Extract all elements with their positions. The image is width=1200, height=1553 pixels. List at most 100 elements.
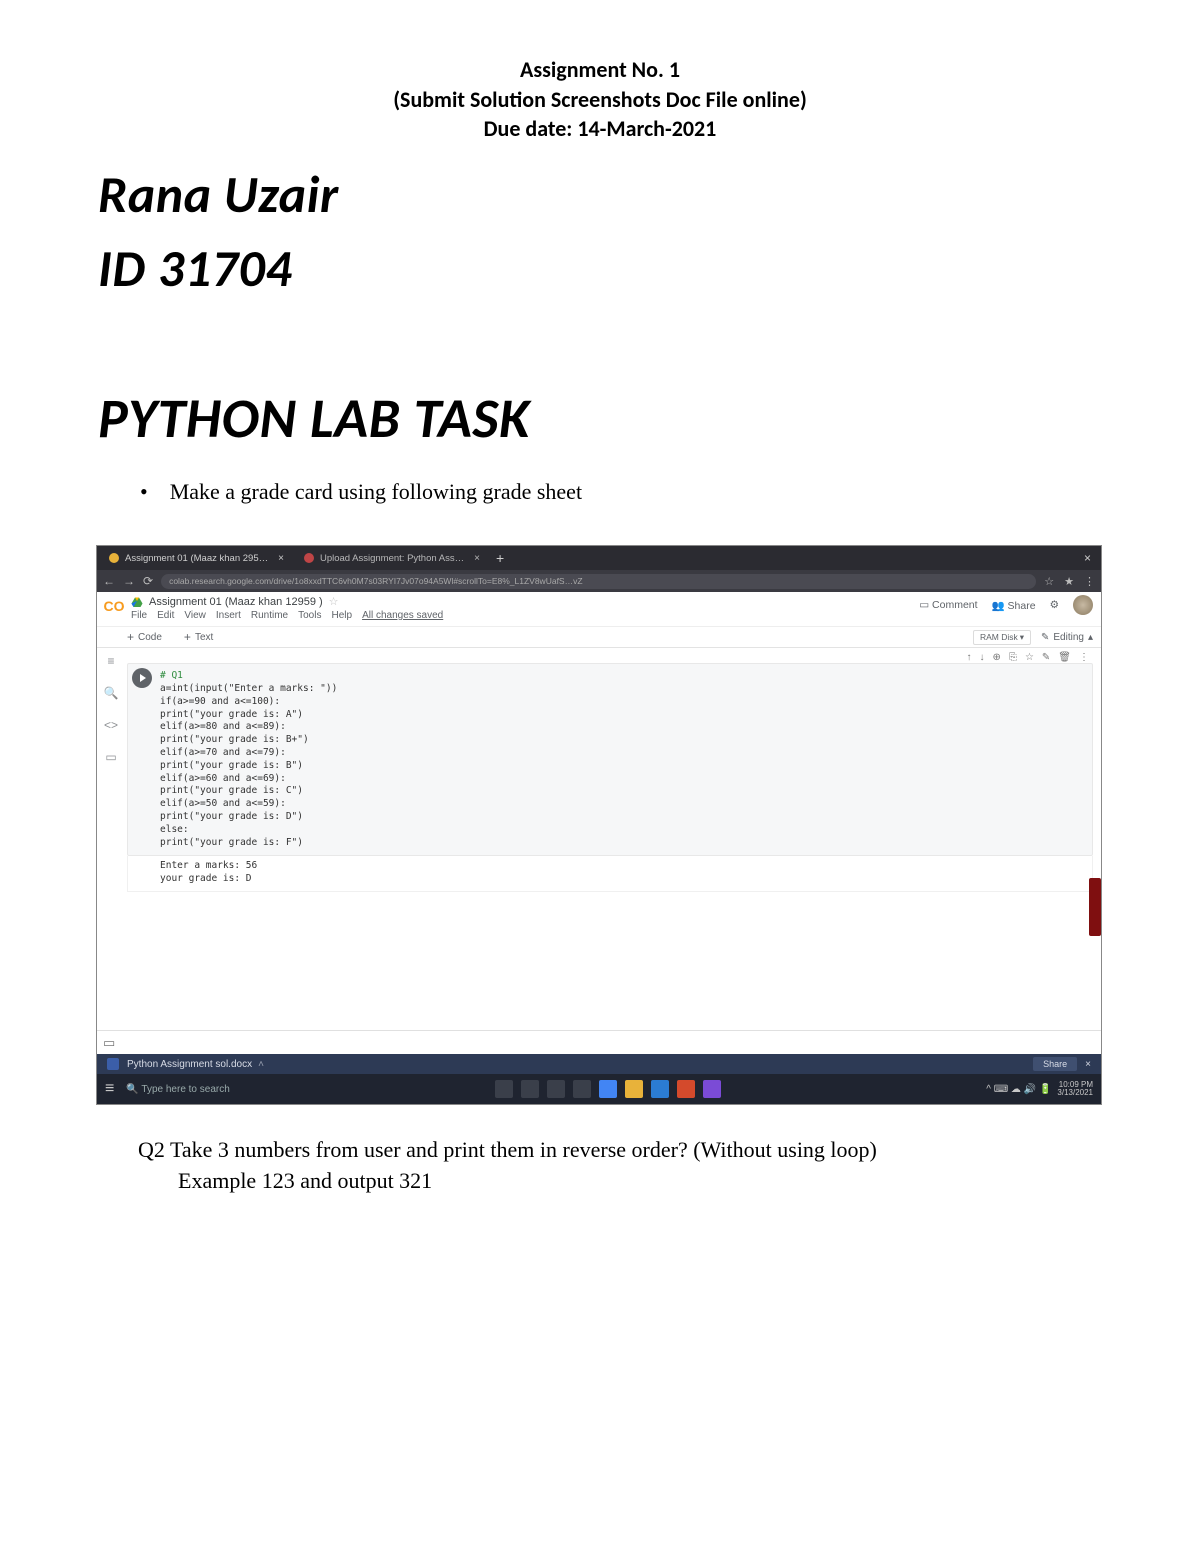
star-icon[interactable]: ☆	[329, 595, 339, 608]
colab-toolbar: +Code +Text RAM Disk ▾ ✎ Editing ▴	[97, 626, 1101, 648]
menu-runtime[interactable]: Runtime	[251, 610, 288, 621]
nav-reload-icon[interactable]: ⟳	[143, 574, 153, 588]
word-share-button[interactable]: Share	[1033, 1057, 1077, 1071]
colab-body: ≡ 🔍 <> ▭ ↑ ↓ ⊕ ⎘ ☆ ✎ 🗑 ⋮ # Q1	[97, 648, 1101, 1030]
comment-button[interactable]: ▭ Comment	[919, 599, 977, 611]
editing-mode-button[interactable]: ✎ Editing ▴	[1041, 632, 1093, 643]
taskbar-vs-icon[interactable]	[703, 1080, 721, 1098]
chevron-up-icon[interactable]: ˄	[258, 1059, 264, 1070]
bb-favicon-icon	[304, 553, 314, 563]
taskbar-word-icon[interactable]	[651, 1080, 669, 1098]
code-line: print("your grade is: F")	[160, 837, 1086, 850]
blank-area	[127, 892, 1093, 1030]
notebook-title[interactable]: Assignment 01 (Maaz khan 12959 )	[149, 596, 323, 608]
cell-edit-icon[interactable]: ✎	[1042, 652, 1050, 663]
new-tab-button[interactable]: +	[496, 550, 504, 566]
taskbar-search[interactable]: 🔍 Type here to search	[126, 1084, 229, 1095]
save-status: All changes saved	[362, 610, 443, 621]
taskbar-app-icon[interactable]	[547, 1080, 565, 1098]
code-line: print("your grade is: C")	[160, 785, 1086, 798]
cell-delete-icon[interactable]: 🗑	[1058, 652, 1071, 663]
taskbar-chrome-icon[interactable]	[599, 1080, 617, 1098]
colab-screenshot: Assignment 01 (Maaz khan 295… × Upload A…	[96, 545, 1102, 1105]
cell-down-icon[interactable]: ↓	[980, 652, 985, 663]
url-field[interactable]: colab.research.google.com/drive/1o8xxdTT…	[161, 574, 1036, 589]
menu-insert[interactable]: Insert	[216, 610, 241, 621]
cell-toolbar: ↑ ↓ ⊕ ⎘ ☆ ✎ 🗑 ⋮	[127, 650, 1093, 663]
word-close-icon[interactable]: ×	[1085, 1059, 1091, 1070]
header-line-3: Due date: 14-March-2021	[98, 114, 1102, 144]
bookmark-star-icon[interactable]: ☆	[1044, 575, 1054, 588]
menu-edit[interactable]: Edit	[157, 610, 174, 621]
student-id: ID 31704	[98, 236, 1102, 300]
tab-close-icon[interactable]: ×	[474, 553, 480, 564]
cell-more-icon[interactable]: ⋮	[1079, 652, 1089, 663]
start-menu-icon[interactable]: ≡	[105, 1080, 114, 1098]
tab-label: Assignment 01 (Maaz khan 295…	[125, 553, 268, 564]
taskbar-app-icon[interactable]	[573, 1080, 591, 1098]
run-cell-button[interactable]	[132, 668, 152, 688]
settings-gear-icon[interactable]: ⚙	[1050, 599, 1059, 611]
code-line: # Q1	[160, 670, 183, 681]
q2-line-2: Example 123 and output 321	[138, 1166, 1102, 1197]
code-line: print("your grade is: B")	[160, 760, 1086, 773]
code-line: else:	[160, 824, 1086, 837]
code-line: if(a>=90 and a<=100):	[160, 696, 1086, 709]
taskbar-app-icon[interactable]	[521, 1080, 539, 1098]
student-block: Rana Uzair ID 31704	[98, 162, 1102, 300]
tray-icons[interactable]: ^ ⌨ ☁ 🔊 🔋	[986, 1084, 1051, 1095]
window-close-icon[interactable]: ×	[1084, 551, 1097, 565]
cell-up-icon[interactable]: ↑	[967, 652, 972, 663]
code-line: print("your grade is: B+")	[160, 734, 1086, 747]
url-bar: ← → ⟳ colab.research.google.com/drive/1o…	[97, 570, 1101, 592]
code-line: print("your grade is: A")	[160, 709, 1086, 722]
files-icon[interactable]: ▭	[105, 750, 116, 764]
extension-icon[interactable]: ★	[1064, 575, 1074, 588]
search-icon[interactable]: 🔍	[104, 686, 119, 700]
drive-icon	[131, 596, 143, 608]
cell-link-icon[interactable]: ⊕	[993, 652, 1001, 663]
toc-icon[interactable]: ≡	[107, 654, 114, 668]
assignment-header: Assignment No. 1 (Submit Solution Screen…	[98, 55, 1102, 144]
code-cell[interactable]: # Q1 a=int(input("Enter a marks: ")) if(…	[127, 663, 1093, 856]
browser-tab-active[interactable]: Assignment 01 (Maaz khan 295… ×	[101, 546, 292, 570]
browser-tab-inactive[interactable]: Upload Assignment: Python Ass… ×	[296, 546, 488, 570]
q2-line-1: Q2 Take 3 numbers from user and print th…	[138, 1137, 877, 1162]
side-widget[interactable]	[1089, 878, 1101, 936]
taskbar-explorer-icon[interactable]	[625, 1080, 643, 1098]
nav-forward-icon[interactable]: →	[123, 574, 135, 588]
taskbar-app-icon[interactable]	[677, 1080, 695, 1098]
left-rail: ≡ 🔍 <> ▭	[97, 648, 125, 1030]
tab-close-icon[interactable]: ×	[278, 553, 284, 564]
connection-status[interactable]: RAM Disk ▾	[973, 630, 1031, 645]
colab-header: CO Assignment 01 (Maaz khan 12959 ) ☆ Fi…	[97, 592, 1101, 626]
menu-view[interactable]: View	[184, 610, 206, 621]
colab-logo-icon[interactable]: CO	[103, 595, 125, 617]
code-line: elif(a>=60 and a<=69):	[160, 773, 1086, 786]
clock[interactable]: 10:09 PM 3/13/2021	[1057, 1081, 1093, 1097]
chrome-menu-icon[interactable]: ⋮	[1084, 575, 1095, 588]
add-text-button[interactable]: +Text	[184, 630, 213, 644]
code-line: a=int(input("Enter a marks: "))	[160, 683, 1086, 696]
header-line-2: (Submit Solution Screenshots Doc File on…	[98, 85, 1102, 115]
lab-title: PYTHON LAB TASK	[98, 385, 1102, 453]
taskbar-app-icon[interactable]	[495, 1080, 513, 1098]
output-line: your grade is: D	[160, 873, 1086, 885]
code-line: elif(a>=50 and a<=59):	[160, 798, 1086, 811]
nav-back-icon[interactable]: ←	[103, 574, 115, 588]
add-code-button[interactable]: +Code	[127, 630, 162, 644]
code-line: print("your grade is: D")	[160, 811, 1086, 824]
snippets-icon[interactable]: <>	[104, 718, 118, 732]
student-name: Rana Uzair	[98, 162, 1102, 226]
menu-help[interactable]: Help	[331, 610, 352, 621]
cell-mirror-icon[interactable]: ☆	[1025, 652, 1034, 663]
share-button[interactable]: 👥 Share	[992, 599, 1036, 612]
menu-file[interactable]: File	[131, 610, 147, 621]
taskbar-apps	[238, 1080, 978, 1098]
colab-favicon-icon	[109, 553, 119, 563]
output-line: Enter a marks: 56	[160, 860, 1086, 872]
cell-copy-icon[interactable]: ⎘	[1009, 652, 1017, 663]
menu-tools[interactable]: Tools	[298, 610, 321, 621]
avatar[interactable]	[1073, 595, 1093, 615]
system-tray[interactable]: ^ ⌨ ☁ 🔊 🔋 10:09 PM 3/13/2021	[986, 1081, 1093, 1097]
